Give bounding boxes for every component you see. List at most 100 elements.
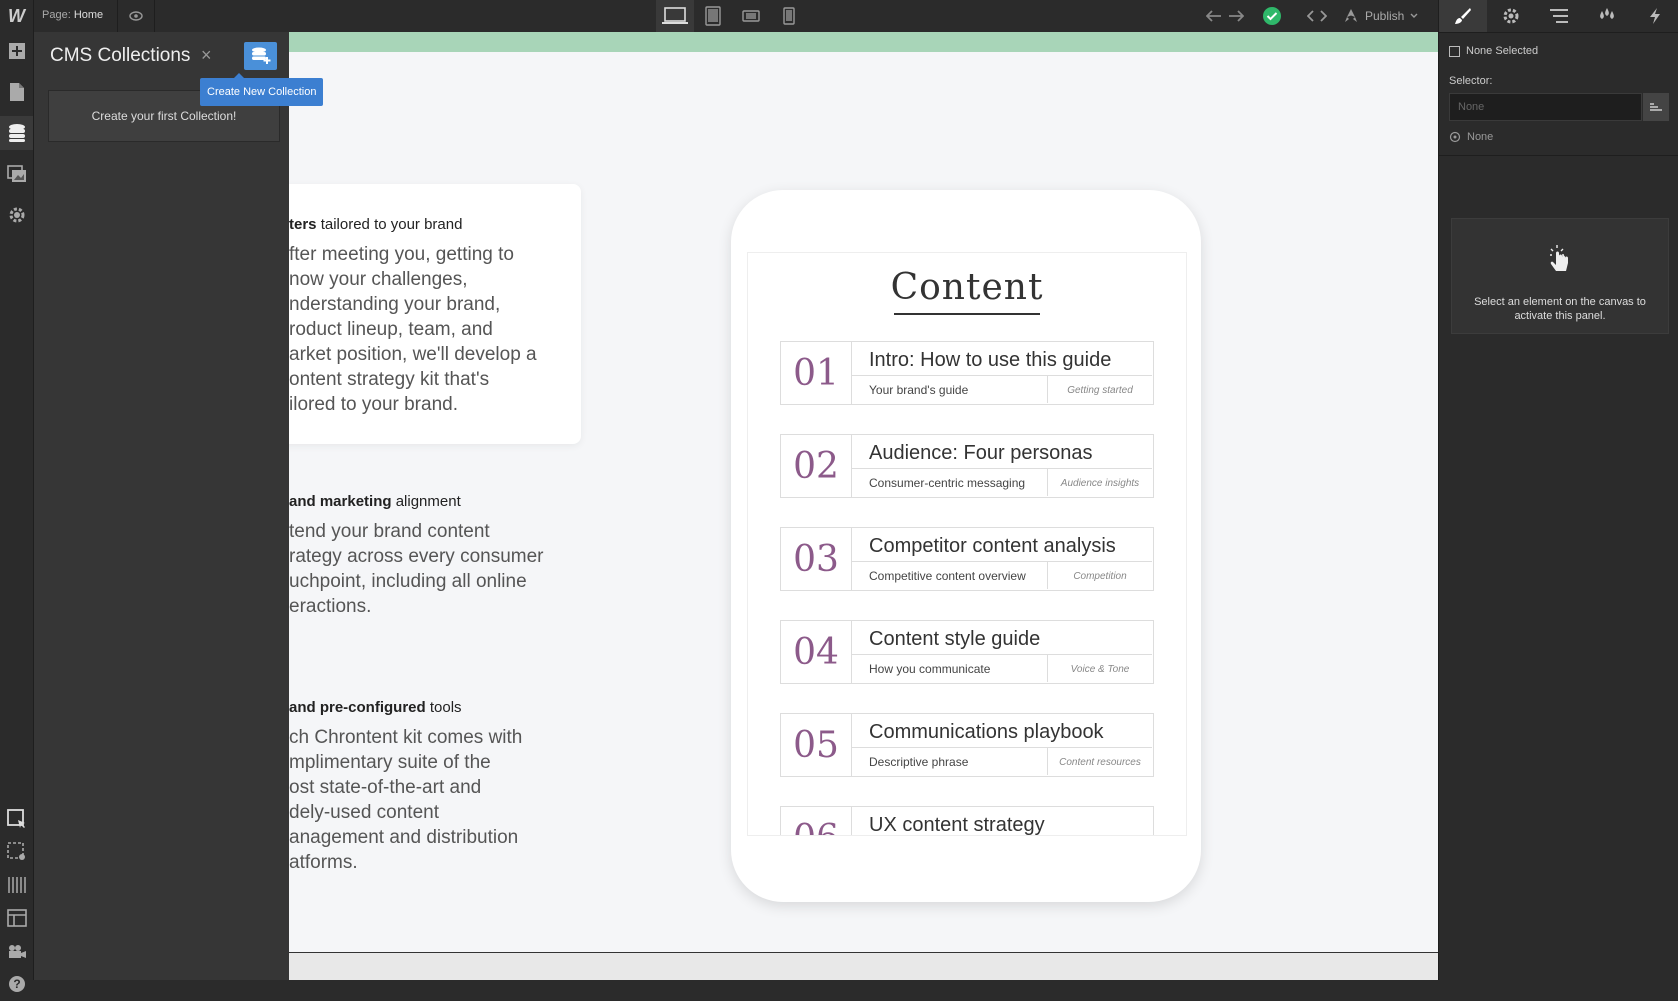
style-panel: None Selected Selector: None None Select… xyxy=(1438,0,1678,980)
cms-database-icon[interactable] xyxy=(0,116,33,150)
toc-tag: Content resources xyxy=(1048,747,1152,776)
swatches-drops-icon[interactable] xyxy=(1583,0,1631,32)
toc-row: 03 Competitor content analysis Competiti… xyxy=(780,527,1154,591)
settings-gear-icon[interactable] xyxy=(1487,0,1535,32)
create-collection-tooltip: Create New Collection xyxy=(200,73,324,106)
navigator-icon[interactable] xyxy=(1535,0,1583,32)
crosshair-icon xyxy=(1449,131,1461,143)
toc-number: 04 xyxy=(781,621,852,683)
canvas-bottom-strip xyxy=(289,952,1438,980)
desktop-device-icon[interactable] xyxy=(656,0,694,32)
toc-row: 05 Communications playbook Descriptive p… xyxy=(780,713,1154,777)
help-icon[interactable]: ? xyxy=(0,967,33,1001)
mobile-landscape-icon[interactable] xyxy=(732,0,770,32)
publish-label: Publish xyxy=(1365,9,1405,23)
toc-row: 02 Audience: Four personas Consumer-cent… xyxy=(780,434,1154,498)
feature-body-2: tend your brand content rategy across eve… xyxy=(289,521,544,617)
mobile-portrait-icon[interactable] xyxy=(770,0,808,32)
toc-title: Competitor content analysis xyxy=(869,535,1116,557)
undo-icon[interactable] xyxy=(1206,9,1222,23)
cms-panel-title: CMS Collections xyxy=(50,45,191,66)
toc-number: 03 xyxy=(781,528,852,590)
publish-button[interactable]: Publish xyxy=(1343,0,1418,32)
green-header-band xyxy=(289,32,1438,52)
toc-tag: Audience insights xyxy=(1048,468,1152,497)
device-switcher xyxy=(656,0,808,32)
toc-subtitle: Descriptive phrase xyxy=(851,747,1048,775)
close-icon[interactable]: × xyxy=(201,45,212,66)
page-selector[interactable]: Page: Home xyxy=(42,9,103,21)
settings-gear-icon[interactable] xyxy=(0,198,33,232)
none-selected-label: None Selected xyxy=(1466,45,1539,57)
cms-collections-panel: CMS Collections × Create your first Coll… xyxy=(34,32,290,980)
chevron-down-icon xyxy=(1410,13,1418,18)
hint-text: Select an element on the canvas to activ… xyxy=(1474,296,1646,322)
toc-number: 02 xyxy=(781,435,852,497)
preview-eye-icon[interactable] xyxy=(117,0,155,32)
feature-heading-1: ters tailored to your brand xyxy=(289,216,463,233)
pointer-hand-icon xyxy=(1548,243,1572,273)
rocket-icon xyxy=(1345,9,1357,22)
add-database-icon xyxy=(251,47,270,64)
top-bar: W Page: Home Publish xyxy=(0,0,1438,33)
toc-number: 01 xyxy=(781,342,852,404)
pages-icon[interactable] xyxy=(0,75,33,109)
content-title: Content xyxy=(890,267,1044,308)
redo-icon[interactable] xyxy=(1228,9,1244,23)
phone-screen: Content 01 Intro: How to use this guide … xyxy=(747,252,1187,836)
selector-input[interactable]: None xyxy=(1449,93,1642,121)
code-export-icon[interactable] xyxy=(1300,0,1334,32)
feature-heading-3: and pre-configured tools xyxy=(289,699,462,716)
none-selected-toggle[interactable]: None Selected xyxy=(1449,45,1538,57)
select-element-icon[interactable] xyxy=(0,802,33,836)
toc-title: Intro: How to use this guide xyxy=(869,349,1112,371)
selector-label: Selector: xyxy=(1449,75,1493,87)
phone-mockup: Content 01 Intro: How to use this guide … xyxy=(731,190,1201,902)
toc-number: 05 xyxy=(781,714,852,776)
design-canvas[interactable]: ters tailored to your brand fter meeting… xyxy=(289,32,1438,980)
tablet-device-icon[interactable] xyxy=(694,0,732,32)
inheritance-row: None xyxy=(1449,131,1493,143)
none-label: None xyxy=(1467,131,1494,143)
toc-row: 04 Content style guide How you communica… xyxy=(780,620,1154,684)
webflow-logo[interactable]: W xyxy=(0,0,34,32)
panel-tabs xyxy=(1439,0,1678,33)
add-panel-icon[interactable] xyxy=(0,34,33,68)
toc-title: Communications playbook xyxy=(869,721,1104,743)
preview-layout-icon[interactable] xyxy=(0,901,33,935)
toc-title: UX content strategy xyxy=(869,814,1045,836)
feature-heading-2: and marketing alignment xyxy=(289,493,461,510)
toc-row: 01 Intro: How to use this guide Your bra… xyxy=(780,341,1154,405)
title-underline xyxy=(894,313,1040,315)
assets-icon[interactable] xyxy=(0,157,33,191)
undo-redo-group xyxy=(1206,0,1244,32)
video-tutorial-icon[interactable] xyxy=(0,934,33,968)
xray-icon[interactable] xyxy=(0,835,33,869)
feature-body-3: ch Chrontent kit comes with mplimentary s… xyxy=(289,727,523,873)
interactions-lightning-icon[interactable] xyxy=(1631,0,1678,32)
selector-menu-icon[interactable] xyxy=(1643,93,1669,121)
page-name: Home xyxy=(73,9,104,21)
divider xyxy=(1439,155,1678,156)
toc-tag: Getting started xyxy=(1048,375,1152,404)
feature-body-1: fter meeting you, getting to now your cha… xyxy=(289,244,537,415)
toc-number: 06 xyxy=(781,807,852,835)
empty-selection-hint: Select an element on the canvas to activ… xyxy=(1451,218,1669,334)
toc-row: 06 UX content strategy xyxy=(780,806,1154,836)
toc-subtitle: Your brand's guide xyxy=(851,375,1048,403)
toc-tag: Voice & Tone xyxy=(1048,654,1152,683)
status-check-icon[interactable] xyxy=(1262,6,1282,26)
left-toolbar: ? xyxy=(0,32,34,992)
toc-subtitle: Competitive content overview xyxy=(851,561,1048,589)
guides-icon[interactable] xyxy=(0,868,33,902)
create-collection-button[interactable] xyxy=(244,42,277,70)
svg-text:?: ? xyxy=(13,977,20,991)
toc-title: Content style guide xyxy=(869,628,1041,650)
toc-title: Audience: Four personas xyxy=(869,442,1093,464)
toc-tag: Competition xyxy=(1048,561,1152,590)
style-brush-icon[interactable] xyxy=(1439,0,1487,32)
toc-subtitle: How you communicate xyxy=(851,654,1048,682)
toc-subtitle: Consumer-centric messaging xyxy=(851,468,1048,496)
checkbox[interactable] xyxy=(1449,45,1460,57)
page-prefix: Page: xyxy=(42,9,71,21)
